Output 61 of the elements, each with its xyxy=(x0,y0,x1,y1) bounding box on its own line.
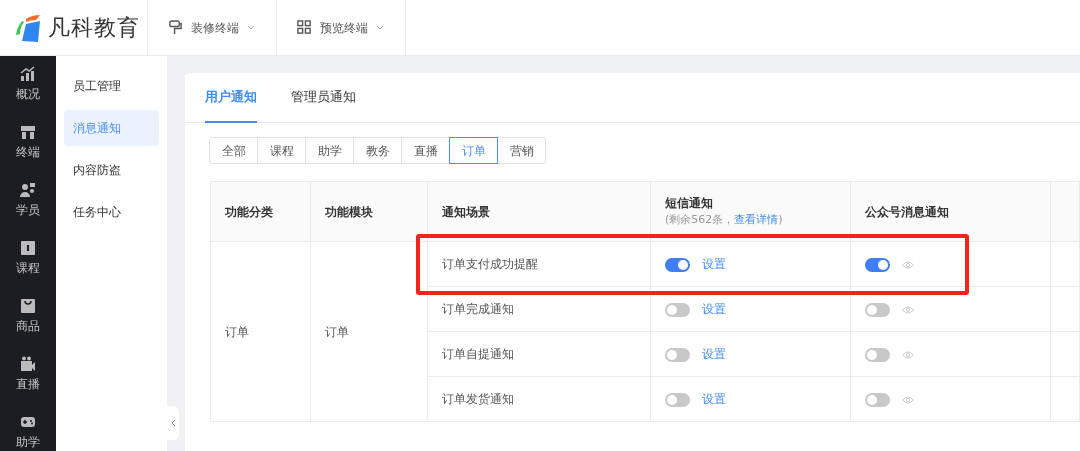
table-cell: 订单支付成功提醒 xyxy=(427,241,651,287)
rail-label[interactable]: 终端 xyxy=(15,143,40,161)
eye-icon[interactable] xyxy=(902,395,914,404)
logo-text: 凡科教育 xyxy=(48,14,140,42)
bag-icon xyxy=(19,298,36,314)
storefront-icon xyxy=(19,124,36,140)
toggle-switch[interactable] xyxy=(665,257,690,272)
book-icon xyxy=(19,240,36,256)
toggle-switch[interactable] xyxy=(865,302,890,317)
gamepad-icon xyxy=(19,414,36,430)
toggle-switch[interactable] xyxy=(665,302,690,317)
table-cell: 订单 xyxy=(310,241,428,422)
top-menu-item[interactable]: 预览终端 xyxy=(277,0,406,55)
rail-label[interactable]: 概况 xyxy=(15,85,40,103)
filter-tab[interactable]: 营销 xyxy=(497,137,546,164)
rail-label[interactable]: 助学 xyxy=(15,433,40,451)
toggle-switch[interactable] xyxy=(865,257,890,272)
roller-icon xyxy=(168,20,183,35)
toggle-switch[interactable] xyxy=(665,392,690,407)
settings-link[interactable]: 设置 xyxy=(702,392,726,406)
users-icon xyxy=(19,182,36,198)
column-header: 短信通知 xyxy=(665,195,714,213)
rail-label[interactable]: 课程 xyxy=(15,259,40,277)
rail-label[interactable]: 商品 xyxy=(15,317,40,335)
filter-tab[interactable]: 教务 xyxy=(353,137,402,164)
column-header: 通知场景 xyxy=(442,203,491,221)
toggle-switch[interactable] xyxy=(665,347,690,362)
rail-label[interactable]: 直播 xyxy=(15,375,40,393)
eye-icon[interactable] xyxy=(902,260,914,269)
rail-label[interactable]: 学员 xyxy=(15,201,40,219)
settings-link[interactable]: 设置 xyxy=(702,302,726,316)
submenu-item[interactable]: 任务中心 xyxy=(63,194,159,230)
filter-tab[interactable]: 助学 xyxy=(305,137,354,164)
chart-icon xyxy=(19,66,36,82)
column-header: 功能模块 xyxy=(325,203,374,221)
eye-icon[interactable] xyxy=(902,350,914,359)
table-cell: 订单 xyxy=(210,241,311,422)
column-header: 公众号消息通知 xyxy=(865,203,950,221)
settings-link[interactable]: 设置 xyxy=(702,347,726,361)
eye-icon[interactable] xyxy=(902,305,914,314)
sms-quota-note: (剩余562条，查看详情) xyxy=(665,212,784,229)
column-header: 功能分类 xyxy=(225,203,274,221)
filter-tab[interactable]: 直播 xyxy=(401,137,450,164)
table-cell: 订单完成通知 xyxy=(427,286,651,332)
video-camera-icon xyxy=(19,356,36,372)
filter-tab[interactable]: 课程 xyxy=(257,137,306,164)
toggle-switch[interactable] xyxy=(865,347,890,362)
table-cell: 订单发货通知 xyxy=(427,376,651,422)
grid-icon xyxy=(297,20,312,35)
filter-tab[interactable]: 全部 xyxy=(209,137,258,164)
submenu-item[interactable]: 内容防盗 xyxy=(63,152,159,188)
collapse-button[interactable] xyxy=(167,406,179,440)
chevron-left-icon xyxy=(170,419,176,427)
top-menu-item[interactable]: 装修终端 xyxy=(148,0,277,55)
caret-icon xyxy=(247,25,255,30)
submenu-item[interactable]: 员工管理 xyxy=(63,68,159,104)
caret-icon xyxy=(376,25,384,30)
toggle-switch[interactable] xyxy=(865,392,890,407)
settings-link[interactable]: 设置 xyxy=(702,257,726,271)
table-cell: 订单自提通知 xyxy=(427,331,651,377)
tab[interactable]: 管理员通知 xyxy=(291,73,356,123)
